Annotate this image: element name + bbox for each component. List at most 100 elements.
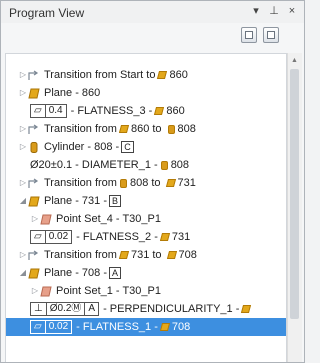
tree-row-flatness-2[interactable]: ▱ 0.02 - FLATNESS_2 - 731: [6, 228, 286, 246]
plane-mini-icon: [159, 323, 170, 331]
tree-row-plane-731[interactable]: ◢ Plane - 731 - B: [6, 192, 286, 210]
plane-mini-icon: [154, 107, 165, 115]
row-label: Plane - 731 -: [44, 195, 107, 207]
row-label: Transition from: [44, 249, 117, 261]
scroll-thumb[interactable]: [290, 69, 299, 319]
row-label: - FLATNESS_1 -: [76, 321, 158, 333]
expand-icon[interactable]: ▷: [30, 214, 40, 224]
dropdown-icon[interactable]: ▾: [249, 4, 263, 18]
row-label: Plane - 860: [44, 87, 101, 99]
row-label: Transition from: [44, 177, 117, 189]
perpendicularity-symbol-icon: ⊥: [34, 303, 43, 314]
row-target: 708: [178, 249, 197, 261]
scroll-up-icon[interactable]: ▲: [291, 57, 299, 65]
row-mid: 860: [130, 123, 150, 135]
row-label: Plane - 708 -: [44, 267, 107, 279]
tree-row-flatness-3[interactable]: ▱ 0.4 - FLATNESS_3 - 860: [6, 102, 286, 120]
tree-row-plane-708[interactable]: ◢ Plane - 708 - A: [6, 264, 286, 282]
row-mid-text: to: [152, 249, 162, 261]
row-label: Point Set_4 - T30_P1: [56, 213, 161, 225]
point-set-icon: [40, 214, 52, 225]
datum-label: A: [108, 267, 121, 279]
flatness-symbol-icon: ▱: [34, 231, 42, 242]
tolerance-value: 0.4: [44, 105, 66, 117]
row-label: - PERPENDICULARITY_1 -: [103, 303, 240, 315]
expand-all-button[interactable]: [263, 27, 279, 43]
panel-titlebar: Program View ▾ ⊥ ×: [1, 1, 304, 23]
pin-icon[interactable]: ⊥: [267, 4, 281, 18]
plane-mini-icon: [165, 179, 176, 187]
tree-row-cylinder-808[interactable]: ▷ Cylinder - 808 - C: [6, 138, 286, 156]
plane-mini-icon: [118, 251, 130, 259]
expand-icon[interactable]: ▷: [30, 286, 40, 296]
cylinder-icon: [28, 141, 40, 153]
row-target: 808: [177, 123, 196, 135]
collapse-icon[interactable]: ◢: [18, 268, 28, 278]
row-mid: 808: [129, 177, 149, 189]
plane-icon: [28, 268, 40, 279]
feature-control-frame: ▱ 0.4: [30, 104, 67, 118]
row-target: 731: [171, 231, 191, 243]
row-target: 860: [169, 69, 188, 81]
transition-icon: [28, 124, 40, 135]
row-label: Ø20±0.1 - DIAMETER_1 -: [30, 159, 158, 171]
expand-icon[interactable]: ▷: [18, 124, 28, 134]
expand-icon[interactable]: ▷: [18, 250, 28, 260]
row-target: 808: [170, 159, 190, 171]
program-tree[interactable]: ▷ Transition from Start to 860 ▷ Plane -…: [5, 53, 287, 362]
feature-control-frame: ⊥ Ø0.2Ⓜ A: [30, 302, 100, 316]
tolerance-value: 0.02: [44, 321, 71, 333]
program-view-panel: Program View ▾ ⊥ × ▷ Transition from Sta…: [0, 0, 305, 363]
plane-mini-icon: [118, 125, 130, 133]
row-label: Cylinder - 808 -: [44, 141, 120, 153]
tolerance-value: Ø0.2Ⓜ: [45, 303, 85, 315]
transition-icon: [28, 250, 40, 261]
transition-icon: [28, 70, 40, 81]
tree-row-point-set-1[interactable]: ▷ Point Set_1 - T30_P1: [6, 282, 286, 300]
row-label: Point Set_1 - T30_P1: [56, 285, 161, 297]
plane-mini-icon: [166, 251, 177, 259]
feature-control-frame: ▱ 0.02: [30, 230, 73, 244]
row-label: - FLATNESS_2 -: [76, 231, 158, 243]
tree-row-transition-860-808[interactable]: ▷ Transition from 860 to 808: [6, 120, 286, 138]
plane-mini-icon: [241, 305, 252, 313]
tree-row-transition-start-860[interactable]: ▷ Transition from Start to 860: [6, 66, 286, 84]
tree-row-point-set-4[interactable]: ▷ Point Set_4 - T30_P1: [6, 210, 286, 228]
row-label: Transition from Start to: [44, 69, 156, 81]
tolerance-value: 0.02: [44, 231, 71, 243]
row-target: 860: [166, 105, 185, 117]
flatness-symbol-icon: ▱: [34, 105, 42, 116]
vertical-scrollbar[interactable]: ▲: [287, 53, 302, 362]
expand-icon[interactable]: ▷: [18, 88, 28, 98]
row-target: 708: [171, 321, 191, 333]
expand-icon[interactable]: ▷: [18, 142, 28, 152]
row-mid: 731: [130, 249, 150, 261]
cylinder-mini-icon: [167, 124, 175, 134]
row-mid-text: to: [152, 123, 162, 135]
plane-mini-icon: [159, 233, 170, 241]
cylinder-mini-icon: [160, 160, 168, 170]
row-label: Transition from: [44, 123, 117, 135]
close-icon[interactable]: ×: [285, 4, 299, 18]
row-target: 731: [177, 177, 196, 189]
plane-mini-icon: [157, 71, 168, 79]
datum-label: C: [121, 141, 134, 153]
plane-icon: [28, 196, 40, 207]
panel-title: Program View: [9, 6, 85, 20]
expand-icon[interactable]: ▷: [18, 178, 28, 188]
tree-row-plane-860[interactable]: ▷ Plane - 860: [6, 84, 286, 102]
datum-ref: A: [84, 303, 98, 315]
tree-row-transition-808-731[interactable]: ▷ Transition from 808 to 731: [6, 174, 286, 192]
tree-row-transition-731-708[interactable]: ▷ Transition from 731 to 708: [6, 246, 286, 264]
transition-icon: [28, 178, 40, 189]
expand-icon[interactable]: ▷: [18, 70, 28, 80]
tree-row-perpendicularity-1[interactable]: ⊥ Ø0.2Ⓜ A - PERPENDICULARITY_1 -: [6, 300, 286, 318]
tree-row-diameter-1[interactable]: Ø20±0.1 - DIAMETER_1 - 808: [6, 156, 286, 174]
plane-icon: [28, 88, 40, 99]
collapse-icon[interactable]: ◢: [18, 196, 28, 206]
tree-row-flatness-1[interactable]: ▱ 0.02 - FLATNESS_1 - 708: [6, 318, 286, 336]
panel-toolbar: [1, 23, 304, 49]
datum-label: B: [108, 195, 121, 207]
collapse-all-button[interactable]: [241, 27, 257, 43]
row-label: - FLATNESS_3 -: [70, 105, 153, 117]
